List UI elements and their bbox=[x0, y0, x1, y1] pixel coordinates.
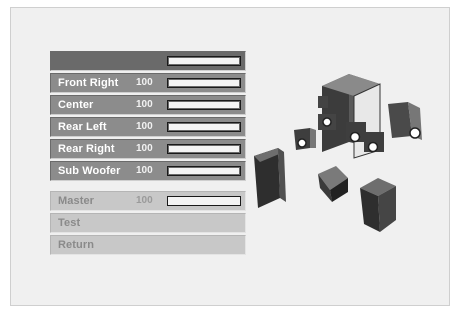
item-value: 100 bbox=[136, 195, 153, 206]
item-value: 100 bbox=[136, 99, 153, 110]
menu-item-rear-left[interactable]: Rear Left 100 bbox=[50, 117, 246, 137]
level-fill bbox=[169, 168, 239, 174]
menu-item-rear-right[interactable]: Rear Right 100 bbox=[50, 139, 246, 159]
item-label: Rear Right bbox=[58, 143, 115, 155]
level-bar[interactable] bbox=[167, 78, 241, 88]
menu-item-sub-woofer[interactable]: Sub Woofer 100 bbox=[50, 161, 246, 181]
level-bar[interactable] bbox=[167, 100, 241, 110]
item-label: Rear Left bbox=[58, 121, 107, 133]
menu-item-test[interactable]: Test bbox=[50, 213, 246, 233]
menu-item-return[interactable]: Return bbox=[50, 235, 246, 255]
level-bar[interactable] bbox=[167, 56, 241, 66]
speaker-layout-icon bbox=[254, 74, 422, 232]
level-fill bbox=[169, 102, 239, 108]
item-label: Front Right bbox=[58, 77, 119, 89]
menu-item-center[interactable]: Center 100 bbox=[50, 95, 246, 115]
osd-screen: Front Right 100 Center 100 Rear Left 100… bbox=[0, 0, 458, 311]
level-bar[interactable] bbox=[167, 196, 241, 206]
speaker-level-menu: Front Right 100 Center 100 Rear Left 100… bbox=[50, 51, 246, 257]
menu-item-front-left[interactable] bbox=[50, 51, 246, 71]
level-bar[interactable] bbox=[167, 166, 241, 176]
item-label: Test bbox=[58, 217, 81, 229]
menu-item-front-right[interactable]: Front Right 100 bbox=[50, 73, 246, 93]
menu-spacer bbox=[50, 183, 246, 191]
item-label: Return bbox=[58, 239, 95, 251]
item-label: Center bbox=[58, 99, 94, 111]
level-bar[interactable] bbox=[167, 122, 241, 132]
level-fill bbox=[169, 146, 239, 152]
level-fill bbox=[169, 124, 239, 130]
level-bar[interactable] bbox=[167, 144, 241, 154]
item-label: Master bbox=[58, 195, 95, 207]
item-value: 100 bbox=[136, 121, 153, 132]
item-label: Sub Woofer bbox=[58, 165, 121, 177]
level-fill bbox=[169, 80, 239, 86]
item-value: 100 bbox=[136, 143, 153, 154]
level-fill bbox=[169, 198, 239, 204]
level-fill bbox=[169, 58, 239, 64]
item-value: 100 bbox=[136, 77, 153, 88]
item-value: 100 bbox=[136, 165, 153, 176]
menu-item-master[interactable]: Master 100 bbox=[50, 191, 246, 211]
